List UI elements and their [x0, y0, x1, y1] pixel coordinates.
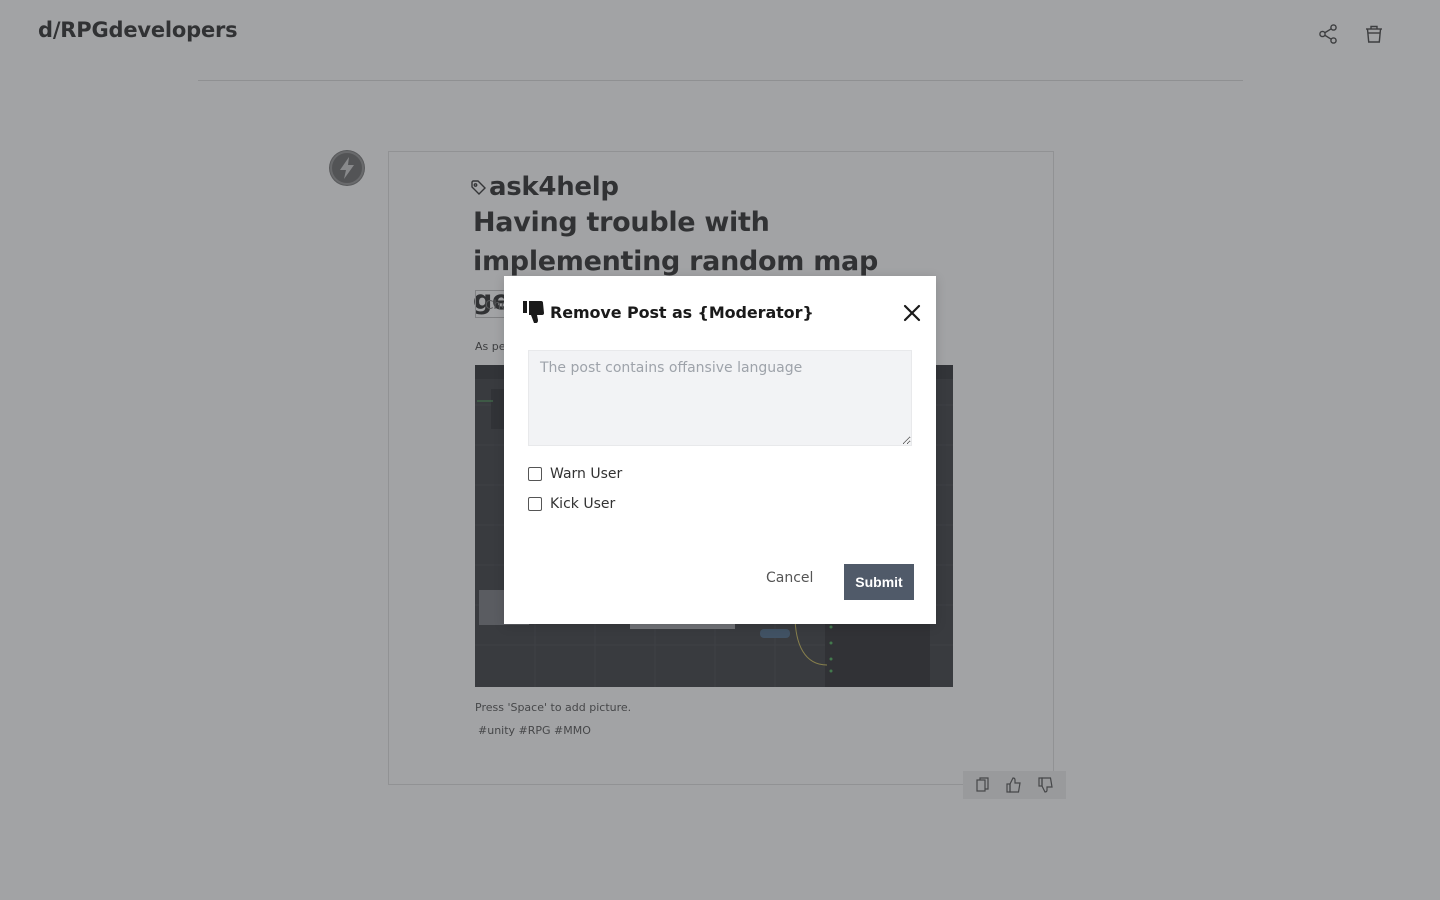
modal-header: Remove Post as {Moderator}	[523, 300, 814, 324]
remove-post-modal: Remove Post as {Moderator} Warn User Kic…	[504, 276, 936, 624]
submit-button[interactable]: Submit	[844, 564, 914, 600]
kick-user-label: Kick User	[550, 496, 616, 512]
thumbs-down-icon	[523, 301, 544, 323]
warn-user-checkbox-row[interactable]: Warn User	[528, 466, 622, 482]
removal-reason-input[interactable]	[528, 350, 912, 446]
kick-user-checkbox-row[interactable]: Kick User	[528, 496, 615, 512]
post-page: d/RPGdevelopers ask4help Having trouble …	[0, 0, 1440, 900]
close-icon[interactable]	[901, 302, 923, 324]
warn-user-checkbox[interactable]	[528, 467, 542, 481]
warn-user-label: Warn User	[550, 466, 623, 482]
modal-title: Remove Post as {Moderator}	[550, 302, 814, 322]
kick-user-checkbox[interactable]	[528, 497, 542, 511]
cancel-button[interactable]: Cancel	[766, 570, 813, 586]
